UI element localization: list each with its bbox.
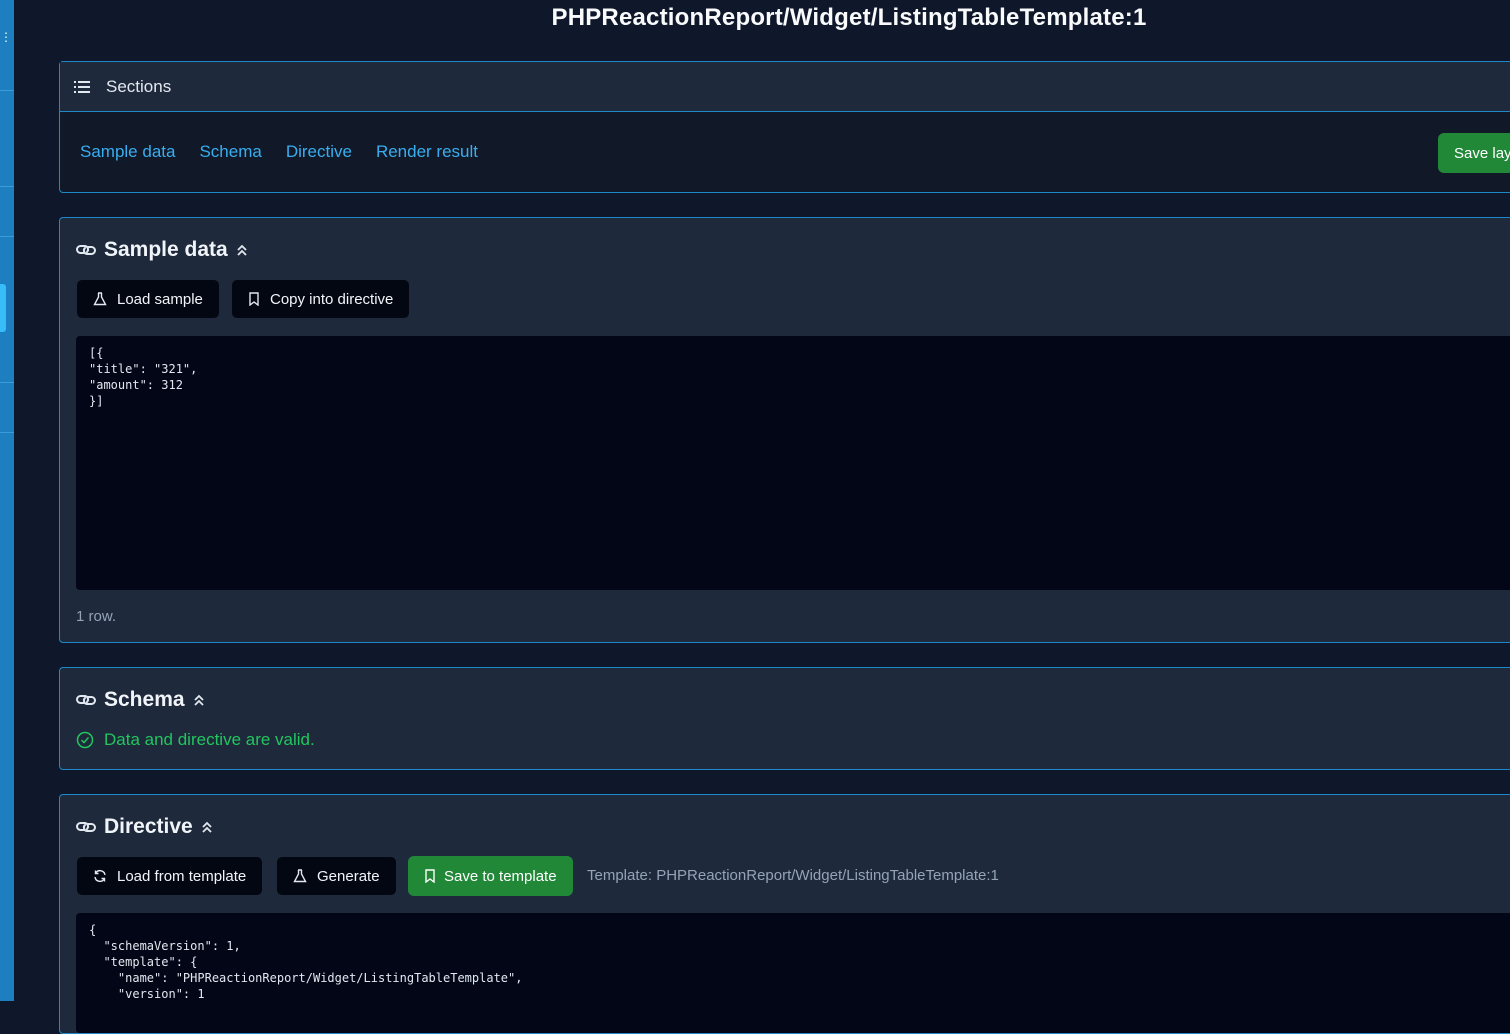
sidebar-divider <box>0 382 14 383</box>
bookmark-icon <box>425 869 435 883</box>
directive-header: Directive <box>76 815 213 839</box>
refresh-icon <box>94 869 106 883</box>
save-layout-button[interactable]: Save lay <box>1438 133 1510 173</box>
copy-into-directive-label: Copy into directive <box>270 290 394 308</box>
template-info: Template: PHPReactionReport/Widget/Listi… <box>587 867 999 884</box>
link-icon[interactable] <box>76 242 96 258</box>
sidebar-strip: ⋮ <box>0 0 14 1001</box>
sidebar-divider <box>0 186 14 187</box>
sample-data-editor[interactable]: [{ "title": "321", "amount": 312 }] <box>76 336 1510 590</box>
menu-dots-icon[interactable]: ⋮ <box>0 31 12 43</box>
directive-editor[interactable]: { "schemaVersion": 1, "template": { "nam… <box>76 913 1510 1033</box>
validation-text: Data and directive are valid. <box>104 730 315 749</box>
copy-into-directive-button[interactable]: Copy into directive <box>232 280 410 318</box>
load-sample-label: Load sample <box>117 290 203 308</box>
link-icon[interactable] <box>76 819 96 835</box>
row-count: 1 row. <box>76 608 117 625</box>
page-title: PHPReactionReport/Widget/ListingTableTem… <box>551 4 1147 31</box>
save-to-template-label: Save to template <box>444 867 557 885</box>
flask-icon <box>293 869 307 883</box>
link-schema[interactable]: Schema <box>199 142 261 162</box>
save-to-template-button[interactable]: Save to template <box>408 856 573 896</box>
link-sample-data[interactable]: Sample data <box>80 142 175 162</box>
schema-header: Schema <box>76 688 205 712</box>
sample-data-card: Sample data Load sample Copy into direct… <box>59 217 1510 643</box>
list-icon <box>74 80 90 93</box>
generate-label: Generate <box>317 867 380 885</box>
chevrons-up-icon[interactable] <box>201 820 213 834</box>
chevrons-up-icon[interactable] <box>236 243 248 257</box>
section-links: Sample data Schema Directive Render resu… <box>80 142 478 162</box>
flask-icon <box>93 292 107 306</box>
bookmark-icon <box>249 292 259 306</box>
chevrons-up-icon[interactable] <box>193 693 205 707</box>
schema-title: Schema <box>104 688 185 711</box>
sections-header: Sections <box>60 62 1510 112</box>
sidebar-active-indicator[interactable] <box>0 284 6 332</box>
load-from-template-label: Load from template <box>117 867 247 885</box>
sidebar-divider <box>0 432 14 433</box>
sample-data-title: Sample data <box>104 238 228 261</box>
link-render-result[interactable]: Render result <box>376 142 478 162</box>
sample-data-header: Sample data <box>76 238 248 262</box>
validation-status: Data and directive are valid. <box>76 730 315 750</box>
directive-card: Directive Load from template Generate Sa… <box>59 794 1510 1034</box>
generate-button[interactable]: Generate <box>277 857 396 895</box>
link-directive[interactable]: Directive <box>286 142 352 162</box>
load-from-template-button[interactable]: Load from template <box>77 857 263 895</box>
check-circle-icon <box>76 731 94 749</box>
link-icon[interactable] <box>76 692 96 708</box>
load-sample-button[interactable]: Load sample <box>77 280 219 318</box>
sidebar-divider <box>0 236 14 237</box>
sections-heading: Sections <box>106 76 172 96</box>
sections-card: Sections Sample data Schema Directive Re… <box>59 61 1510 193</box>
sidebar-divider <box>0 90 14 91</box>
schema-card: Schema Data and directive are valid. <box>59 667 1510 770</box>
directive-title: Directive <box>104 815 193 838</box>
